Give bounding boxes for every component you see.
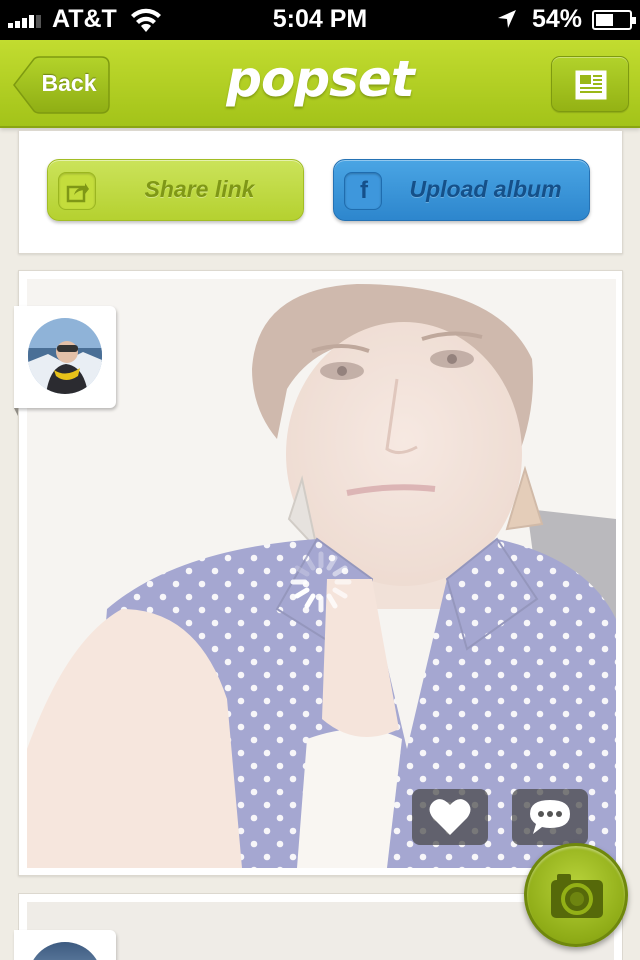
share-link-label: Share link	[144, 176, 255, 202]
battery-percent: 54%	[532, 5, 583, 33]
share-icon	[66, 183, 89, 203]
avatar-image	[28, 318, 102, 394]
app-logo: popset	[226, 50, 415, 108]
share-icon-box	[58, 172, 96, 210]
avatar	[28, 318, 102, 394]
like-button[interactable]	[412, 789, 488, 845]
facebook-letter: f	[360, 177, 368, 204]
camera-button[interactable]	[524, 843, 628, 947]
upload-album-button[interactable]: f Upload album	[333, 159, 590, 221]
comment-button[interactable]	[512, 789, 588, 845]
status-bar: AT&T 5:04 PM 54%	[0, 0, 640, 40]
share-actions-card: Share link f Upload album	[18, 130, 623, 254]
battery-fill	[596, 14, 614, 26]
author-avatar-tab[interactable]	[14, 306, 116, 416]
share-link-button[interactable]: Share link	[47, 159, 304, 221]
feed-button[interactable]	[551, 56, 629, 112]
avatar	[28, 942, 102, 960]
loading-spinner-icon	[290, 551, 352, 613]
facebook-icon: f	[344, 172, 382, 210]
nav-bar: Back popset	[0, 40, 640, 128]
speech-bubble-icon	[530, 800, 570, 834]
location-arrow-icon	[498, 10, 516, 28]
upload-album-label: Upload album	[409, 176, 562, 202]
newspaper-icon	[575, 70, 607, 100]
battery-icon	[592, 10, 636, 30]
next-author-avatar-tab[interactable]	[14, 930, 116, 960]
camera-icon	[551, 874, 603, 918]
heart-icon	[429, 799, 471, 835]
